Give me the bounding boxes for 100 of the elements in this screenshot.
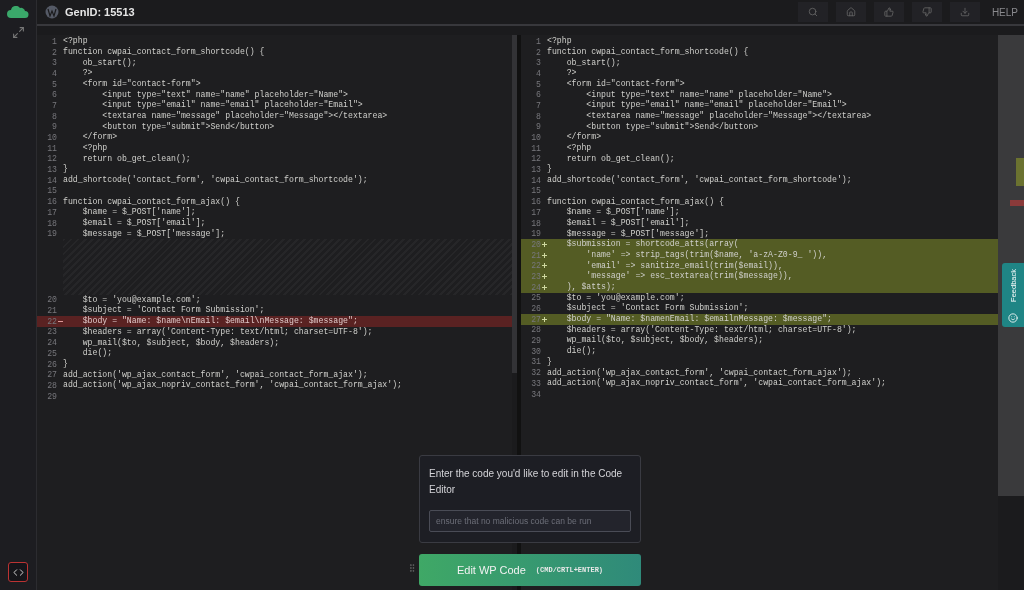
code-line: } — [63, 359, 68, 369]
code-line: <textarea name="message" placeholder="Message"></textarea> — [101, 112, 388, 121]
thumbs-down-button[interactable] — [911, 2, 942, 22]
line-number: 11 — [530, 143, 541, 153]
code-button[interactable] — [8, 562, 28, 582]
line-number: 23 — [530, 271, 541, 281]
thumbs-down-icon — [921, 7, 932, 17]
plus-icon — [541, 252, 547, 258]
prompt-text: Enter the code you'd like to edit in the Code Editor — [429, 467, 624, 497]
line-number: 9 — [535, 122, 541, 132]
line-number: 29 — [530, 336, 541, 346]
line-number: 2 — [535, 47, 541, 57]
search-icon — [807, 7, 818, 17]
code-line: wp_mail($to, $subject, $body, $headers); — [565, 336, 764, 345]
code-line: add_shortcode('contact_form', 'cwpai_contact_form_shortcode'); — [63, 176, 368, 185]
line-number: 15 — [46, 186, 57, 196]
code-line: <input type="text" name="name" placeholder="Name"> — [585, 90, 832, 99]
line-number: 34 — [530, 389, 541, 399]
line-number: 10 — [46, 133, 57, 143]
code-line: <button type="submit">Send</button> — [585, 122, 759, 131]
code-line: <input type="email" name="email" placeholder="Email"> — [585, 101, 847, 110]
line-number: 11 — [46, 143, 57, 153]
line-number: 7 — [51, 100, 57, 110]
code-line: add_action('wp_ajax_nopriv_contact_form', 'cwpai_contact_form_ajax'); — [63, 381, 403, 390]
code-line: $email = $_POST['email']; — [565, 218, 690, 228]
code-line: $subject = 'Contact Form Submission'; — [81, 306, 265, 315]
line-number: 22 — [530, 261, 541, 271]
line-number: 5 — [51, 79, 57, 89]
prompt-input[interactable]: ensure that no malicious code can be run — [429, 510, 631, 532]
expand-icon[interactable] — [11, 26, 25, 39]
feedback-icon — [1008, 313, 1018, 323]
code-line: <?php — [63, 37, 88, 46]
line-number: 32 — [530, 368, 541, 378]
home-button[interactable] — [835, 2, 866, 22]
download-button[interactable] — [949, 2, 980, 22]
thumbs-up-icon — [883, 7, 894, 17]
code-line: return ob_get_clean(); — [81, 154, 191, 163]
code-line: } — [547, 357, 552, 367]
line-number: 2 — [51, 47, 57, 57]
code-line: die(); — [565, 347, 597, 356]
code-line: ob_start(); — [565, 58, 621, 67]
code-line: wp_mail($to, $subject, $body, $headers); — [81, 338, 280, 347]
code-line: } — [63, 165, 68, 174]
code-line: </form> — [565, 133, 602, 142]
code-line: ?> — [81, 69, 93, 78]
code-line: } — [547, 165, 552, 174]
line-number: 16 — [46, 197, 57, 207]
line-number: 24 — [530, 282, 541, 292]
download-icon — [959, 7, 970, 17]
line-number: 3 — [51, 58, 57, 68]
help-link[interactable]: HELP — [991, 6, 1018, 18]
line-number: 21 — [46, 306, 57, 316]
code-line: $name = $_POST['name']; — [81, 208, 196, 217]
code-line: </form> — [81, 133, 118, 142]
code-line: function cwpai_contact_form_shortcode() { — [547, 47, 749, 57]
code-line: $to = 'you@example.com'; — [81, 295, 201, 304]
line-number: 24 — [46, 338, 57, 348]
line-number: 25 — [530, 293, 541, 303]
line-number: 10 — [530, 133, 541, 143]
line-number: 20 — [530, 239, 541, 249]
cloud-logo-icon — [7, 6, 29, 18]
line-number: 4 — [535, 68, 541, 78]
code-line: add_action('wp_ajax_contact_form', 'cwpai_contact_form_ajax'); — [547, 368, 852, 377]
code-line: die(); — [81, 349, 113, 358]
thumbs-up-button[interactable] — [873, 2, 904, 22]
line-number: 15 — [530, 186, 541, 196]
line-number: 12 — [530, 154, 541, 164]
plus-icon — [541, 263, 547, 269]
line-number: 6 — [535, 90, 541, 100]
line-number: 28 — [46, 380, 57, 390]
code-line: $body = "Name: $name\nEmail: $email\nMessage: $message"; — [81, 317, 358, 326]
line-number: 13 — [530, 165, 541, 175]
code-line: <?php — [547, 37, 572, 46]
home-icon — [845, 7, 856, 17]
search-button[interactable] — [797, 2, 828, 22]
code-line: $subject = 'Contact Form Submission'; — [565, 304, 749, 313]
code-line: 'message' => esc_textarea(trim($message)), — [585, 272, 793, 281]
code-line: add_action('wp_ajax_nopriv_contact_form', 'cwpai_contact_form_ajax'); — [547, 379, 887, 388]
line-number: 28 — [530, 325, 541, 335]
line-number: 9 — [51, 122, 57, 132]
code-line: <textarea name="message" placeholder="Message"></textarea> — [585, 112, 872, 121]
code-line: <?php — [565, 144, 592, 153]
code-line: <button type="submit">Send</button> — [101, 122, 275, 131]
gen-id-title: GenID: 15513 — [65, 6, 135, 18]
line-number: 26 — [530, 304, 541, 314]
line-number: 33 — [530, 378, 541, 388]
line-number: 4 — [51, 68, 57, 78]
line-number: 1 — [535, 36, 541, 46]
drag-handle-icon[interactable] — [407, 563, 417, 573]
line-number: 23 — [46, 327, 57, 337]
line-number: 16 — [530, 197, 541, 207]
line-number: 19 — [46, 229, 57, 239]
code-line: <?php — [81, 144, 108, 153]
line-number: 14 — [46, 175, 57, 185]
plus-icon — [541, 284, 547, 290]
line-number: 8 — [535, 111, 541, 121]
diff-marker — [1016, 158, 1024, 186]
code-line: <form id="contact-form"> — [81, 80, 201, 89]
code-line: 'name' => strip_tags(trim($name, 'a-zA-Z0-9_ ')), — [585, 251, 828, 260]
code-line: $to = 'you@example.com'; — [565, 293, 685, 302]
